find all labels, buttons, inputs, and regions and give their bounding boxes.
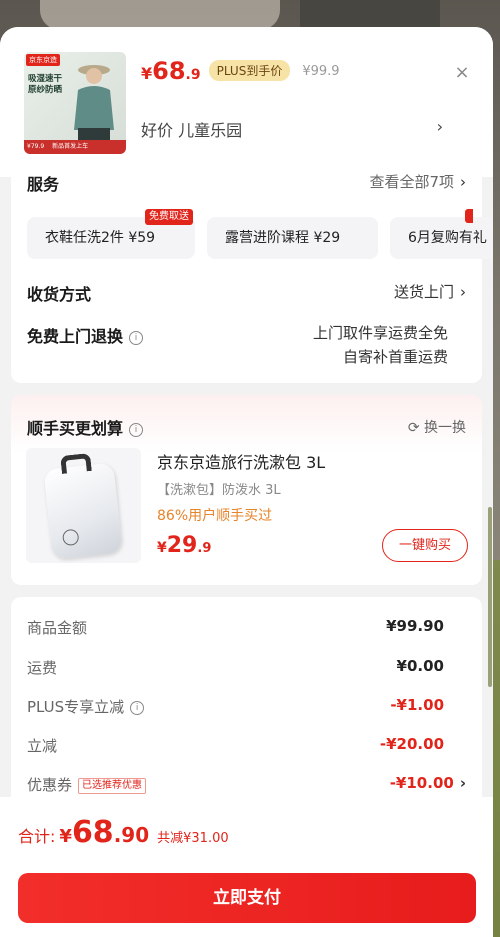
info-icon[interactable]: i xyxy=(130,700,145,715)
shipping-value: ¥0.00 xyxy=(396,657,444,675)
addon-product-image[interactable] xyxy=(26,448,141,563)
thumbnail-promo: 新品首发上车 xyxy=(52,143,89,150)
price-decimal: .9 xyxy=(185,67,201,83)
pay-now-button[interactable]: 立即支付 xyxy=(18,873,476,923)
addon-price-currency: ¥ xyxy=(157,540,167,556)
chip-badge-edge xyxy=(465,209,473,223)
addon-card: 顺手买更划算 i ⟳ 换一换 京东京造旅行洗漱包 3L 【洗漱包】防泼水 3L 8… xyxy=(11,395,482,585)
addon-product-subtitle: 【洗漱包】防泼水 3L xyxy=(157,483,281,498)
refresh-button[interactable]: ⟳ 换一换 xyxy=(408,417,466,437)
shipping-label: 运费 xyxy=(27,659,58,677)
addon-title-text: 顺手买更划算 xyxy=(27,419,124,438)
spec-selector[interactable]: 好价 儿童乐园 › xyxy=(141,117,451,141)
coupon-selector[interactable]: -¥10.00 › xyxy=(390,774,466,792)
checkout-footer: 合计: ¥ 68 .90 共减¥31.00 立即支付 xyxy=(0,797,493,937)
thumbnail-text-line: 原纱防晒 xyxy=(28,85,63,95)
chevron-right-icon: › xyxy=(436,117,443,136)
addon-price-integer: 29 xyxy=(166,533,198,558)
service-chip-label: 露营进阶课程 ¥29 xyxy=(225,230,341,246)
price-currency: ¥ xyxy=(141,64,153,83)
info-icon[interactable]: i xyxy=(129,422,144,437)
model-figure-icon xyxy=(74,65,114,142)
chevron-right-icon: › xyxy=(459,774,466,792)
thumbnail-price: ¥79.9 xyxy=(27,143,45,150)
addon-product-title[interactable]: 京东京造旅行洗漱包 3L xyxy=(157,449,325,473)
return-policy-line: 上门取件享运费全免 xyxy=(312,324,448,342)
total-integer: 68 xyxy=(71,815,114,850)
total-savings: 共减¥31.00 xyxy=(157,831,229,846)
refresh-icon: ⟳ xyxy=(407,420,420,436)
delivery-label: 收货方式 xyxy=(27,285,92,304)
original-price: ¥99.9 xyxy=(302,64,340,79)
background-shape xyxy=(40,0,280,30)
addon-purchase-rate: 86%用户顺手买过 xyxy=(157,508,273,524)
thumbnail-promo-strip: ¥79.9 新品首发上车 xyxy=(24,140,126,154)
product-header: 京东京造 吸湿速干 原纱防晒 ¥79.9 新品首发上车 ¥ 68 .9 PLUS… xyxy=(0,27,493,177)
view-all-services-link[interactable]: 查看全部7项 › xyxy=(369,171,466,192)
plus-price-badge: PLUS到手价 xyxy=(208,60,291,81)
toiletry-bag-icon xyxy=(43,452,123,560)
service-chip-repurchase[interactable]: 6月复购有礼 xyxy=(390,217,493,259)
price-integer: 68 xyxy=(152,57,186,85)
bag-handle xyxy=(60,452,92,474)
discount-value: -¥20.00 xyxy=(379,735,444,753)
total-row: 合计: ¥ 68 .90 共减¥31.00 xyxy=(18,815,229,850)
thumbnail-text: 吸湿速干 原纱防晒 xyxy=(28,74,68,96)
coupon-value: -¥10.00 xyxy=(389,774,454,792)
brand-badge: 京东京造 xyxy=(26,54,60,66)
total-decimal: .90 xyxy=(113,823,150,847)
goods-amount-value: ¥99.90 xyxy=(386,617,444,635)
free-pickup-badge: 免费取送 xyxy=(145,209,193,225)
background-shape xyxy=(300,0,440,30)
free-return-text: 免费上门退换 xyxy=(27,327,124,346)
services-title: 服务 xyxy=(27,175,60,194)
addon-title: 顺手买更划算 i xyxy=(27,415,144,439)
info-icon[interactable]: i xyxy=(129,330,144,345)
plus-discount-text: PLUS专享立减 xyxy=(27,698,125,716)
coupon-text: 优惠券 xyxy=(27,776,73,794)
chevron-right-icon: › xyxy=(460,173,466,191)
total-label: 合计: xyxy=(18,827,56,846)
goods-amount-label: 商品金额 xyxy=(27,619,88,637)
refresh-label: 换一换 xyxy=(424,420,466,436)
chevron-right-icon: › xyxy=(460,283,466,301)
delivery-value: 送货上门 xyxy=(393,283,454,301)
addon-price: ¥ 29 .9 xyxy=(157,533,211,558)
plus-discount-value: -¥1.00 xyxy=(390,696,444,714)
return-policy-text: 上门取件享运费全免 自寄补首重运费 xyxy=(313,321,448,369)
coupon-label: 优惠券 已选推荐优惠 xyxy=(27,774,147,795)
view-all-label: 查看全部7项 xyxy=(369,173,454,191)
plus-discount-label: PLUS专享立减 i xyxy=(27,696,145,717)
thumbnail-text-line: 吸湿速干 xyxy=(28,74,63,84)
total-currency: ¥ xyxy=(59,826,72,847)
coupon-tag: 已选推荐优惠 xyxy=(78,777,147,794)
one-click-buy-button[interactable]: 一键购买 xyxy=(382,529,468,562)
delivery-method-selector[interactable]: 送货上门 › xyxy=(394,281,466,302)
spec-text: 好价 儿童乐园 xyxy=(141,121,243,140)
free-return-label: 免费上门退换 i xyxy=(27,323,144,347)
return-policy-line: 自寄补首重运费 xyxy=(342,348,448,366)
bag-logo xyxy=(61,528,80,547)
service-chip-camping[interactable]: 露营进阶课程 ¥29 xyxy=(207,217,378,259)
addon-price-decimal: .9 xyxy=(197,541,212,556)
service-chip-label: 衣鞋任洗2件 ¥59 xyxy=(45,230,156,246)
price-row: ¥ 68 .9 PLUS到手价 ¥99.9 xyxy=(141,57,340,85)
close-icon[interactable]: × xyxy=(449,60,475,86)
service-chip-label: 6月复购有礼 xyxy=(408,230,487,246)
product-thumbnail[interactable]: 京东京造 吸湿速干 原纱防晒 ¥79.9 新品首发上车 xyxy=(24,52,126,154)
discount-label: 立减 xyxy=(27,737,58,755)
scrollbar[interactable] xyxy=(488,507,492,687)
